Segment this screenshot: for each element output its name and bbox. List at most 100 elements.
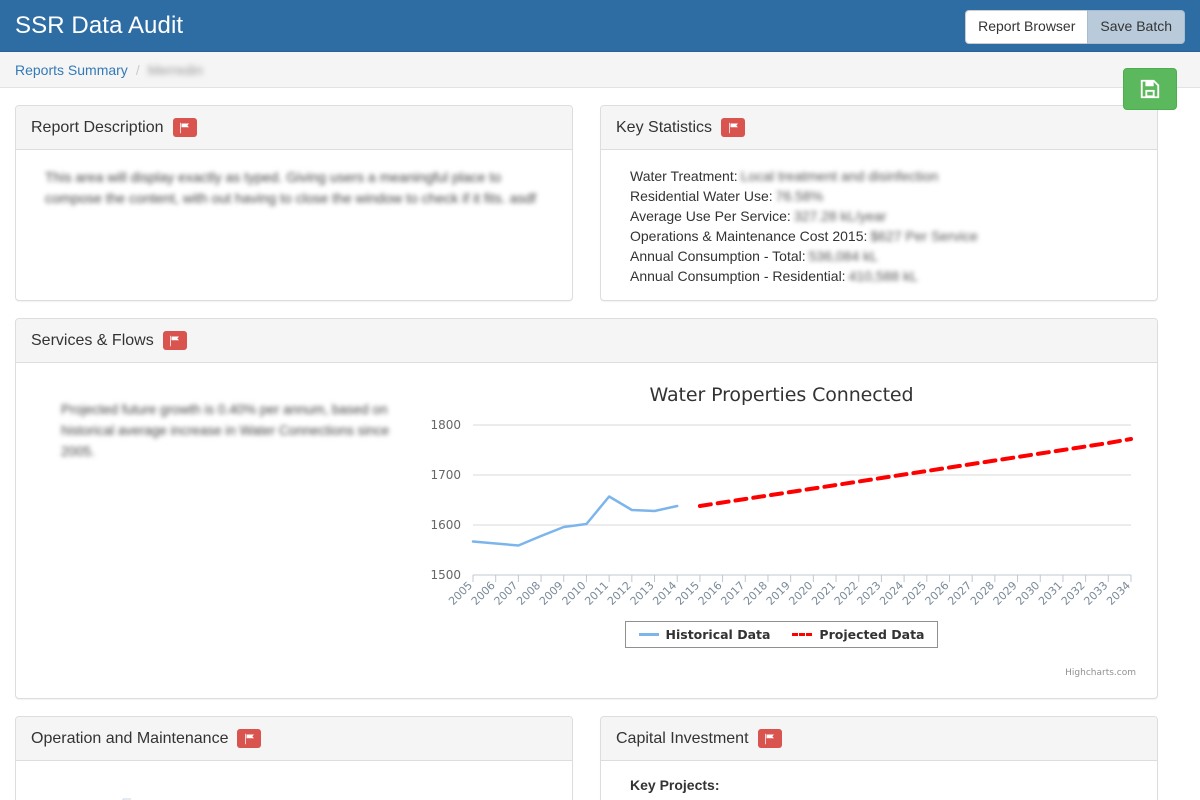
chart-credits[interactable]: Highcharts.com (1065, 668, 1136, 678)
report-description-title: Report Description (31, 118, 164, 136)
projection-note: Projected future growth is 0.40% per ann… (61, 402, 390, 459)
top-navbar: SSR Data Audit Report Browser Save Batch (0, 0, 1200, 52)
services-flows-row: Services & Flows Projected future growth… (15, 318, 1185, 699)
capital-investment-header: Capital Investment (601, 717, 1157, 761)
stat-label: Annual Consumption - Residential: (630, 268, 846, 284)
key-statistics-body: Water Treatment: Local treatment and disi… (601, 150, 1157, 300)
svg-text:2021: 2021 (809, 579, 838, 608)
svg-text:2010: 2010 (560, 579, 589, 608)
list-item: Annual Consumption - Total: 536,084 kL (630, 246, 1142, 266)
report-description-text: This area will display exactly as typed.… (45, 169, 537, 206)
key-projects-label: Key Projects: (630, 777, 720, 793)
report-description-panel: Report Description This area will displa… (15, 105, 573, 301)
key-statistics-list: Water Treatment: Local treatment and disi… (630, 166, 1142, 286)
svg-text:2011: 2011 (582, 579, 611, 608)
top-panels-row: Report Description This area will displa… (15, 105, 1185, 301)
om-chart-gridlines (122, 798, 131, 800)
svg-text:2016: 2016 (696, 579, 725, 608)
capital-investment-body: Key Projects: (601, 761, 1157, 800)
svg-text:2034: 2034 (1104, 579, 1133, 608)
svg-text:2012: 2012 (605, 579, 634, 608)
svg-text:2026: 2026 (923, 579, 952, 608)
stat-label: Annual Consumption - Total: (630, 248, 806, 264)
stat-value: 410,588 kL (848, 268, 918, 284)
floppy-disk-icon (1139, 78, 1161, 100)
capital-investment-title: Capital Investment (616, 729, 749, 747)
services-flows-header: Services & Flows (16, 319, 1157, 363)
flag-icon[interactable] (721, 118, 746, 137)
svg-text:2024: 2024 (877, 579, 906, 608)
stat-value: 327.28 kL/year (793, 208, 887, 224)
svg-text:2029: 2029 (991, 579, 1020, 608)
svg-text:2020: 2020 (786, 579, 815, 608)
list-item: Annual Consumption - Residential: 410,588… (630, 266, 1142, 286)
svg-text:2028: 2028 (968, 579, 997, 608)
key-statistics-title: Key Statistics (616, 118, 713, 136)
list-item: Residential Water Use: 76.58% (630, 186, 1142, 206)
operation-maintenance-title: Operation and Maintenance (31, 729, 229, 747)
report-description-body: This area will display exactly as typed.… (16, 150, 572, 228)
flag-icon[interactable] (757, 729, 782, 748)
breadcrumb-item-current: Merredin (147, 61, 203, 78)
svg-text:2022: 2022 (832, 579, 861, 608)
legend-item-historical[interactable]: Historical Data (638, 627, 771, 642)
bottom-panels-row: Operation and Maintenance Capital Invest… (15, 716, 1185, 800)
breadcrumb-separator: / (135, 61, 140, 78)
svg-text:2023: 2023 (855, 579, 884, 608)
legend-label: Historical Data (665, 627, 771, 642)
capital-investment-panel: Capital Investment Key Projects: (600, 716, 1158, 800)
stat-value: $627 Per Service (870, 228, 978, 244)
svg-text:1800: 1800 (430, 418, 461, 432)
app-title: SSR Data Audit (15, 11, 184, 39)
svg-text:2032: 2032 (1059, 579, 1088, 608)
flag-icon[interactable] (162, 331, 187, 350)
svg-text:2007: 2007 (492, 579, 521, 608)
svg-text:2031: 2031 (1036, 579, 1065, 608)
svg-text:2013: 2013 (628, 579, 657, 608)
svg-text:2005: 2005 (446, 579, 475, 608)
svg-text:2014: 2014 (650, 579, 679, 608)
save-batch-button[interactable]: Save Batch (1087, 10, 1185, 44)
legend-swatch-historical (638, 633, 659, 636)
svg-text:2009: 2009 (537, 579, 566, 608)
svg-text:2019: 2019 (764, 579, 793, 608)
stat-label: Average Use Per Service: (630, 208, 791, 224)
svg-text:2006: 2006 (469, 579, 498, 608)
list-item: Operations & Maintenance Cost 2015: $627 … (630, 226, 1142, 246)
svg-text:2017: 2017 (718, 579, 747, 608)
legend-item-projected[interactable]: Projected Data (792, 627, 924, 642)
svg-text:2008: 2008 (514, 579, 543, 608)
breadcrumb: Reports Summary / Merredin (0, 52, 1200, 88)
operation-maintenance-panel: Operation and Maintenance (15, 716, 573, 800)
operation-maintenance-body (16, 761, 572, 800)
save-report-button[interactable] (1123, 68, 1177, 110)
svg-text:2033: 2033 (1081, 579, 1110, 608)
svg-text:2025: 2025 (900, 579, 929, 608)
flag-icon[interactable] (172, 118, 197, 137)
services-flows-body: Projected future growth is 0.40% per ann… (16, 363, 1157, 698)
list-item: Water Treatment: Local treatment and disi… (630, 166, 1142, 186)
services-flows-panel: Services & Flows Projected future growth… (15, 318, 1158, 699)
flag-icon[interactable] (237, 729, 262, 748)
stat-label: Residential Water Use: (630, 188, 773, 204)
legend-label: Projected Data (819, 627, 925, 642)
report-description-header: Report Description (16, 106, 572, 150)
navbar-button-group: Report Browser Save Batch (965, 10, 1185, 44)
report-browser-button[interactable]: Report Browser (965, 10, 1088, 44)
svg-text:2015: 2015 (673, 579, 702, 608)
water-properties-chart[interactable]: Water Properties Connected 1500 1600 1700 1… (421, 375, 1142, 680)
stat-label: Operations & Maintenance Cost 2015: (630, 228, 868, 244)
key-statistics-panel: Key Statistics Water Treatment: Local tre… (600, 105, 1158, 301)
chart-legend: Historical Data Projected Data (624, 621, 939, 648)
key-statistics-header: Key Statistics (601, 106, 1157, 150)
breadcrumb-item-reports-summary[interactable]: Reports Summary (15, 62, 128, 78)
operation-maintenance-header: Operation and Maintenance (16, 717, 572, 761)
page-content: Report Description This area will displa… (0, 105, 1200, 800)
legend-swatch-projected (792, 633, 813, 636)
svg-text:1500: 1500 (430, 568, 461, 582)
stat-value: 76.58% (775, 188, 824, 204)
svg-text:1600: 1600 (430, 518, 461, 532)
stat-value: Local treatment and disinfection (740, 168, 939, 184)
stat-value: 536,084 kL (808, 248, 878, 264)
stat-label: Water Treatment: (630, 168, 738, 184)
